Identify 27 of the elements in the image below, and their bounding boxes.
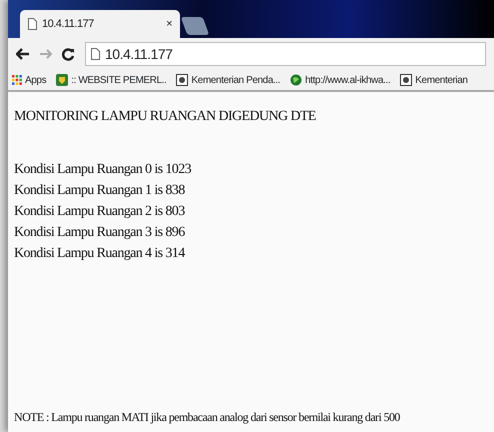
note-text: NOTE : Lampu ruangan MATI jika pembacaan analog dari sensor bernilai kurang dari 500 (14, 409, 401, 426)
tab-title: 10.4.11.177 (42, 16, 95, 32)
bookmark-link[interactable]: Kementerian (415, 72, 468, 88)
shield-icon (56, 74, 68, 86)
reading-line: Kondisi Lampu Ruangan 4 is 314 (14, 245, 186, 263)
bookmark-link[interactable]: Kementerian Penda... (191, 72, 280, 88)
globe-icon (290, 74, 302, 86)
new-tab-button[interactable] (180, 17, 210, 35)
apps-grid-icon (12, 75, 22, 85)
address-bar[interactable]: 10.4.11.177 (85, 42, 486, 66)
url-text: 10.4.11.177 (105, 44, 172, 64)
reload-icon[interactable] (62, 48, 75, 60)
reading-line: Kondisi Lampu Ruangan 2 is 803 (14, 203, 186, 221)
reading-line: Kondisi Lampu Ruangan 3 is 896 (14, 224, 186, 242)
close-tab-button[interactable]: × (166, 16, 172, 32)
page-icon (28, 18, 37, 30)
emblem-icon (400, 74, 412, 86)
reading-line: Kondisi Lampu Ruangan 0 is 1023 (14, 161, 192, 179)
bookmark-link[interactable]: Apps (25, 72, 46, 88)
back-icon[interactable] (16, 48, 30, 60)
bookmark-link[interactable]: http://www.al-ikhwa... (305, 72, 390, 88)
page-heading: MONITORING LAMPU RUANGAN DIGEDUNG DTE (14, 108, 317, 126)
page-icon (91, 48, 100, 60)
emblem-icon (176, 74, 188, 86)
bookmark-link[interactable]: :: WEBSITE PEMERL.. (71, 72, 166, 88)
reading-line: Kondisi Lampu Ruangan 1 is 838 (14, 182, 186, 200)
browser-tab[interactable]: 10.4.11.177 × (20, 10, 180, 38)
